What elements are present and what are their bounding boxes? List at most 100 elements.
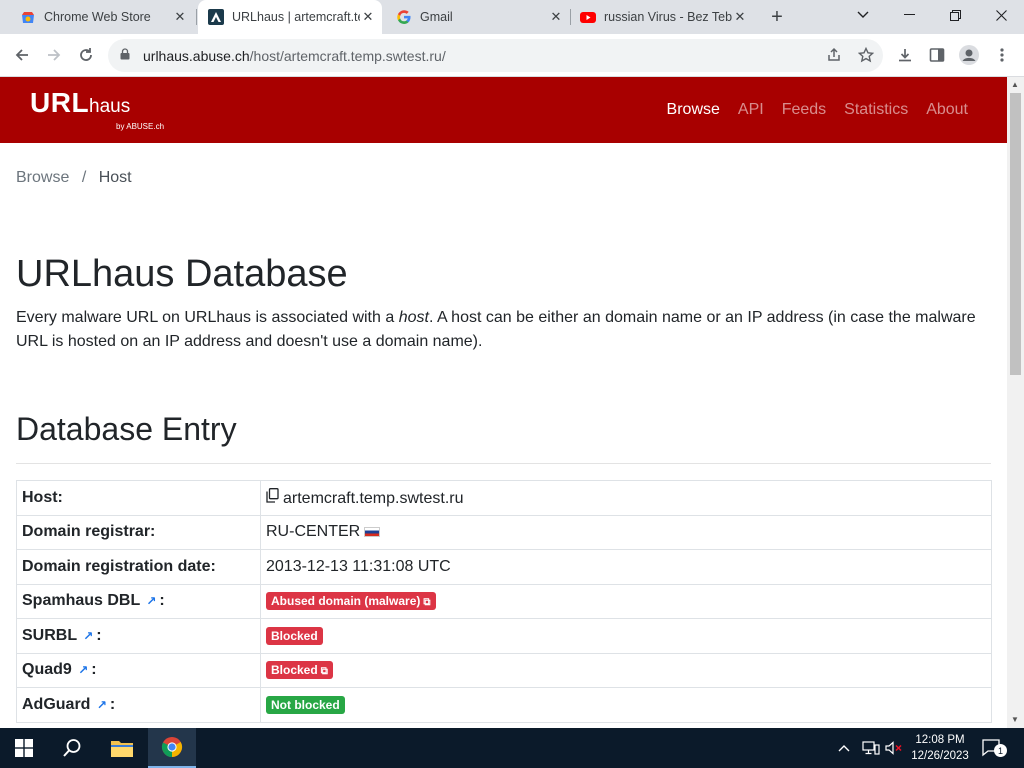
close-tab-icon[interactable]: ✕	[360, 9, 376, 25]
start-button[interactable]	[0, 728, 48, 768]
restore-icon	[949, 9, 961, 21]
clock-time: 12:08 PM	[915, 734, 965, 746]
clock-date: 12/26/2023	[911, 750, 969, 762]
table-row: Spamhaus DBL ↗: Abused domain (malware) ⧉	[16, 583, 992, 619]
url-text: urlhaus.abuse.ch/host/artemcraft.temp.sw…	[143, 48, 446, 64]
external-link-icon: ⧉	[423, 597, 431, 609]
search-icon	[63, 739, 81, 757]
intro-text: Every malware URL on URLhaus is associat…	[16, 306, 996, 354]
reload-button[interactable]	[73, 42, 99, 68]
divider	[16, 463, 991, 464]
scrollbar-thumb[interactable]	[1010, 93, 1021, 375]
surbl-cell: SURBL ↗:	[16, 618, 261, 654]
nav-browse[interactable]: Browse	[667, 101, 720, 119]
table-row: AdGuard ↗: Not blocked	[16, 687, 992, 723]
intro-part-1: Every malware URL on URLhaus is associat…	[16, 309, 399, 326]
nav-about[interactable]: About	[926, 101, 968, 119]
scroll-up-icon[interactable]: ▲	[1011, 80, 1019, 89]
restore-button[interactable]	[932, 0, 978, 30]
bookmark-button[interactable]	[853, 42, 879, 68]
minimize-button[interactable]	[886, 0, 932, 30]
notification-count: 1	[994, 744, 1007, 757]
windows-icon	[15, 739, 33, 757]
tab-urlhaus[interactable]: URLhaus | artemcraft.temp ✕	[198, 0, 382, 34]
external-link-icon[interactable]: ↗	[78, 663, 91, 677]
back-button[interactable]	[9, 42, 35, 68]
chevron-up-icon	[838, 745, 850, 752]
tab-chrome-web-store[interactable]: Chrome Web Store ✕	[10, 0, 194, 34]
menu-button[interactable]	[989, 42, 1015, 68]
registrar-value: RU-CENTER	[266, 523, 361, 541]
nav-statistics[interactable]: Statistics	[844, 101, 908, 119]
system-clock[interactable]: 12:08 PM 12/26/2023	[900, 732, 980, 764]
show-hidden-icons-button[interactable]	[838, 728, 850, 768]
copy-icon[interactable]	[266, 487, 279, 506]
arrow-left-icon	[15, 49, 28, 61]
surbl-status-badge: Blocked	[266, 626, 323, 645]
breadcrumb-current: Host	[98, 169, 132, 186]
close-window-button[interactable]	[978, 0, 1024, 30]
close-icon	[995, 9, 1007, 21]
more-vert-icon	[1000, 48, 1004, 62]
page-scrollbar[interactable]: ▲ ▼	[1007, 77, 1024, 728]
tab-divider	[570, 9, 571, 25]
host-cell: artemcraft.temp.swtest.ru	[260, 480, 992, 516]
chrome-taskbar-button[interactable]	[148, 728, 196, 768]
new-tab-button[interactable]: +	[766, 6, 788, 28]
close-tab-icon[interactable]: ✕	[172, 9, 188, 25]
downloads-button[interactable]	[892, 42, 918, 68]
surbl-status-cell: Blocked	[260, 618, 992, 654]
regdate-value: 2013-12-13 11:31:08 UTC	[260, 549, 992, 585]
file-explorer-button[interactable]	[98, 728, 146, 768]
nav-api[interactable]: API	[738, 101, 764, 119]
site-navbar: URLhaus by ABUSE.ch Browse API Feeds Sta…	[0, 77, 1007, 143]
tab-youtube[interactable]: russian Virus - Bez Teb ✕	[572, 0, 754, 34]
share-icon	[828, 47, 840, 61]
share-button[interactable]	[821, 42, 847, 68]
forward-button[interactable]	[41, 42, 67, 68]
breadcrumb: Browse / Host	[16, 169, 132, 187]
breadcrumb-separator: /	[81, 169, 87, 186]
tab-title: URLhaus | artemcraft.temp	[232, 10, 360, 24]
tab-strip: Chrome Web Store ✕ URLhaus | artemcraft.…	[0, 0, 1024, 34]
surbl-label[interactable]: SURBL	[22, 627, 77, 644]
page-title: URLhaus Database	[16, 253, 348, 295]
host-value: artemcraft.temp.swtest.ru	[283, 489, 464, 507]
close-tab-icon[interactable]: ✕	[732, 9, 748, 25]
spamhaus-label[interactable]: Spamhaus DBL	[22, 592, 140, 609]
quad9-status-badge[interactable]: Blocked ⧉	[266, 661, 333, 680]
network-button[interactable]	[862, 728, 880, 768]
russia-flag-icon	[364, 527, 381, 538]
nav-feeds[interactable]: Feeds	[782, 101, 826, 119]
reload-icon	[80, 48, 92, 61]
notifications-button[interactable]: 1	[982, 728, 1007, 768]
regdate-label: Domain registration date:	[16, 549, 261, 585]
quad9-status: Blocked	[271, 663, 318, 678]
quad9-status-cell: Blocked ⧉	[260, 652, 992, 688]
close-tab-icon[interactable]: ✕	[548, 9, 564, 25]
external-link-icon[interactable]: ↗	[97, 698, 110, 712]
database-entry-table: Host: artemcraft.temp.swtest.ru Domain r…	[16, 480, 992, 723]
quad9-label[interactable]: Quad9	[22, 661, 72, 678]
external-link-icon: ⧉	[320, 666, 328, 678]
external-link-icon[interactable]: ↗	[83, 629, 96, 643]
urlhaus-logo[interactable]: URLhaus by ABUSE.ch	[30, 87, 164, 131]
lock-icon[interactable]	[120, 48, 134, 63]
scroll-down-icon[interactable]: ▼	[1011, 715, 1019, 724]
logo-main: URL	[30, 87, 90, 118]
external-link-icon[interactable]: ↗	[146, 594, 159, 608]
table-row: Domain registrar: RU-CENTER	[16, 514, 992, 550]
tab-search-button[interactable]	[840, 0, 886, 30]
adguard-label[interactable]: AdGuard	[22, 696, 90, 713]
breadcrumb-browse[interactable]: Browse	[16, 169, 69, 186]
side-panel-button[interactable]	[924, 42, 950, 68]
address-bar[interactable]: urlhaus.abuse.ch/host/artemcraft.temp.sw…	[108, 39, 883, 72]
spamhaus-status: Abused domain (malware)	[271, 594, 421, 609]
spamhaus-status-badge[interactable]: Abused domain (malware) ⧉	[266, 592, 436, 611]
arrow-right-icon	[48, 49, 61, 61]
profile-button[interactable]	[956, 42, 982, 68]
search-button[interactable]	[48, 728, 96, 768]
tab-gmail[interactable]: Gmail ✕	[386, 0, 570, 34]
url-path: /host/artemcraft.temp.swtest.ru/	[249, 47, 446, 64]
tab-divider	[196, 9, 197, 25]
